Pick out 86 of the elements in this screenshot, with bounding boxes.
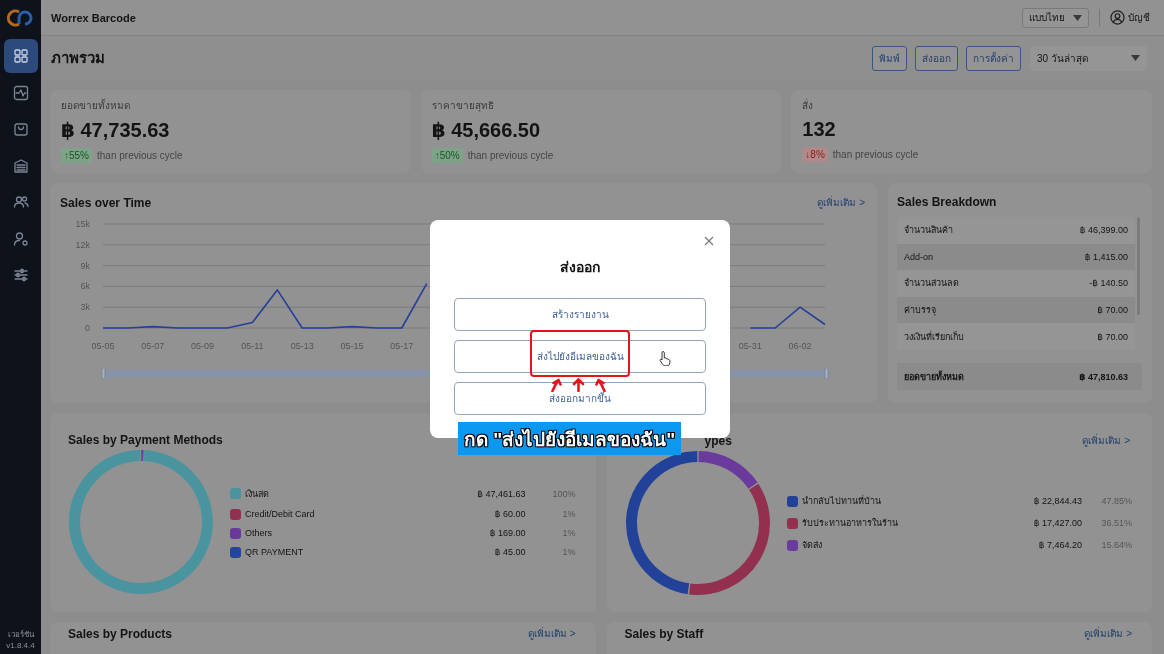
legend-percent: 36.51% xyxy=(1100,518,1132,528)
legend-amount: ฿ 47,461.63 xyxy=(477,488,526,499)
date-range-select[interactable]: 30 วันล่าสุด xyxy=(1030,45,1147,71)
legend-label: นำกลับไปทานที่บ้าน xyxy=(801,494,882,508)
caret-icon xyxy=(1131,55,1140,61)
kpi-value: ฿ 47,735.63 xyxy=(61,118,171,142)
close-icon[interactable] xyxy=(704,236,714,246)
legend-amount: ฿ 169.00 xyxy=(488,528,526,538)
user-gear-icon xyxy=(11,229,30,248)
card-title: ypes xyxy=(704,433,732,448)
caption-text: กด "ส่งไปยังอีเมลของฉัน" xyxy=(458,422,682,455)
legend-amount: ฿ 7,464.20 xyxy=(1037,540,1082,550)
breakdown-value: -฿ 140.50 xyxy=(1089,278,1128,289)
see-more-link[interactable]: ดูเพิ่มเติม > xyxy=(817,195,865,210)
version-number: v1.8.4.4 xyxy=(6,640,35,651)
legend-label: รับประทานอาหารในร้าน xyxy=(801,517,899,530)
total-value: ฿ 47,810.63 xyxy=(1079,371,1128,382)
axis-label: 05-09 xyxy=(191,341,215,351)
kpi-label: ราคาขายสุทธิ xyxy=(431,99,495,113)
axis-label: 05-31 xyxy=(738,341,762,351)
breakdown-label: จำนวนสินค้า xyxy=(904,224,953,238)
kpi-value: 132 xyxy=(802,118,837,141)
card-title: Sales by Payment Methods xyxy=(68,433,223,447)
comparison-note: than previous cycle xyxy=(832,149,919,160)
legend-label: เงินสด xyxy=(245,487,270,501)
axis-label: 12k xyxy=(75,239,90,250)
bag-icon xyxy=(11,120,30,138)
user-icon xyxy=(1110,10,1125,25)
axis-label: 05-17 xyxy=(390,341,414,351)
change-badge: ↓8% xyxy=(802,147,828,162)
legend-amount: ฿ 17,427.00 xyxy=(1033,518,1082,528)
axis-label: 06-02 xyxy=(788,341,812,351)
activity-icon xyxy=(11,83,30,102)
axis-label: 05-07 xyxy=(141,341,165,351)
version-label: เวอร์ชัน xyxy=(7,629,34,640)
kpi-label: ยอดขายทั้งหมด xyxy=(61,98,131,113)
breakdown-value: ฿ 1,415.00 xyxy=(1084,251,1128,262)
sidebar-item[interactable] xyxy=(3,39,38,73)
export-option-button[interactable]: ส่งไปยังอีเมลของฉัน xyxy=(454,340,706,373)
dialog-title: ส่งออก xyxy=(559,258,601,277)
app-title: Worrex Barcode xyxy=(51,11,136,24)
axis-label: 05-13 xyxy=(290,341,314,351)
change-badge: ↑50% xyxy=(431,148,463,163)
change-badge: ↑55% xyxy=(61,148,92,163)
breakdown-value: ฿ 70.00 xyxy=(1097,331,1128,342)
breakdown-label: Add-on xyxy=(904,251,934,262)
legend-amount: ฿ 45.00 xyxy=(493,547,526,557)
breakdown-label: ค่าบรรจุ xyxy=(904,304,936,318)
header-button[interactable]: พิมพ์ xyxy=(872,45,907,71)
kpi-value: ฿ 45,666.50 xyxy=(431,118,542,142)
see-more-link[interactable]: ดูเพิ่มเติม > xyxy=(527,626,576,641)
comparison-note: than previous cycle xyxy=(467,150,554,161)
account-button[interactable]: บัญชี xyxy=(1110,10,1150,25)
legend-label: จัดส่ง xyxy=(801,539,823,552)
export-option-button[interactable]: ส่งออกมากขึ้น xyxy=(454,382,706,415)
legend-amount: ฿ 60.00 xyxy=(493,509,526,519)
card-title: Sales over Time xyxy=(60,195,152,210)
breakdown-value: ฿ 46,399.00 xyxy=(1079,225,1128,236)
header-button[interactable]: การตั้งค่า xyxy=(966,45,1021,71)
legend-percent: 47.85% xyxy=(1100,496,1132,506)
breakdown-label: วงเงินที่เรียกเก็บ xyxy=(904,330,964,344)
legend-amount: ฿ 22,844.43 xyxy=(1033,496,1082,506)
card-title: Sales Breakdown xyxy=(897,195,998,209)
breakdown-label: จำนวนส่วนลด xyxy=(904,277,959,291)
legend-label: Credit/Debit Card xyxy=(245,509,316,519)
header-button[interactable]: ส่งออก xyxy=(915,45,958,71)
legend-label: Others xyxy=(245,528,273,538)
see-more-link[interactable]: ดูเพิ่มเติม > xyxy=(1084,626,1132,641)
total-label: ยอดขายทั้งหมด xyxy=(904,369,964,384)
users-icon xyxy=(11,193,30,211)
arrow-drawing xyxy=(550,378,607,392)
kpi-label: สั่ง xyxy=(802,98,815,113)
card-title: Sales by Staff xyxy=(624,626,704,641)
hand-cursor-icon xyxy=(659,350,671,366)
see-more-link[interactable]: ดูเพิ่มเติม > xyxy=(1082,433,1130,448)
logo xyxy=(6,8,35,28)
axis-label: 05-11 xyxy=(241,341,264,351)
legend-label: QR PAYMENT xyxy=(245,547,305,557)
breakdown-value: ฿ 70.00 xyxy=(1097,305,1128,316)
grid-icon xyxy=(11,47,30,65)
page-title: ภาพรวม xyxy=(51,48,105,68)
export-option-button[interactable]: สร้างรายงาน xyxy=(454,298,706,331)
language-select[interactable]: แบบไทย xyxy=(1022,7,1089,28)
caret-icon xyxy=(1073,14,1082,21)
card-title: Sales by Products xyxy=(68,626,173,641)
comparison-note: than previous cycle xyxy=(97,150,183,161)
